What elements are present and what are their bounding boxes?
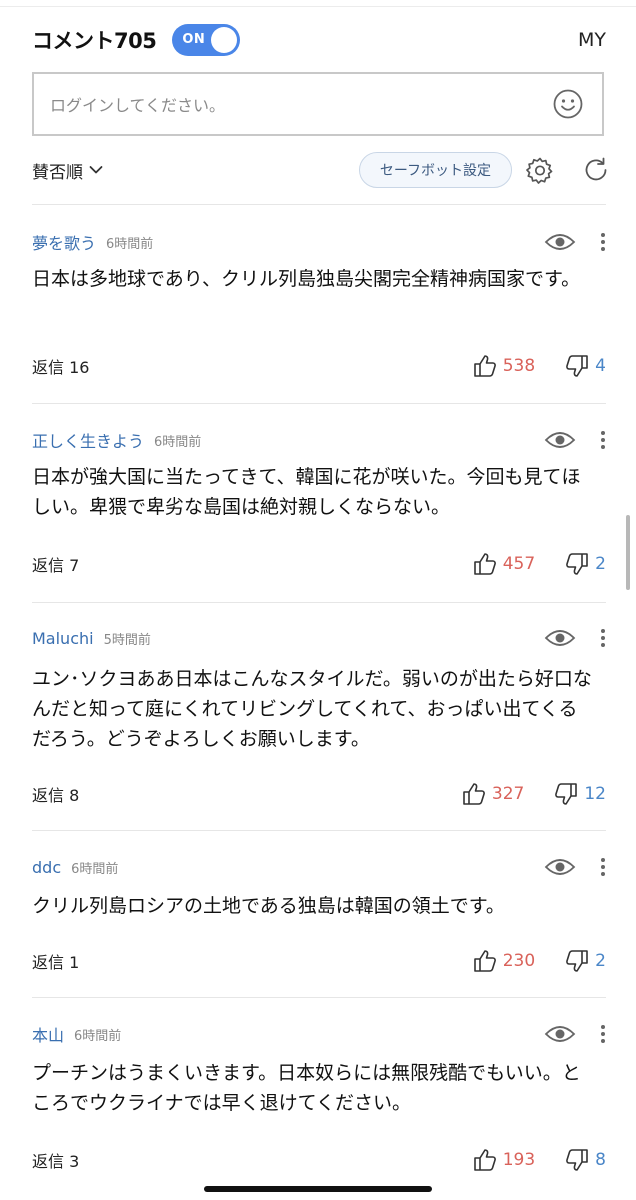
eye-icon[interactable] [544, 230, 576, 254]
safebot-label: セーフボット設定 [379, 163, 491, 179]
reply-button[interactable]: 返信 8 [32, 782, 79, 806]
thumbs-up-icon [463, 783, 485, 805]
comment-time: 6時間前 [71, 861, 119, 877]
thumbs-up-icon [473, 553, 496, 575]
comment-time: 6時間前 [106, 236, 154, 252]
comments-header: コメント705 ON MY [32, 22, 606, 58]
dislike-button[interactable]: 8 [565, 1148, 606, 1172]
eye-icon[interactable] [544, 626, 576, 650]
dislike-count: 8 [595, 1150, 606, 1170]
reply-button[interactable]: 返信 7 [32, 552, 79, 576]
comment-item: ddc 6時間前 クリル列島ロシアの土地である独島は韓国の領土です。 返信 1 … [32, 855, 606, 985]
smiley-icon[interactable] [552, 88, 584, 120]
comment-item: Maluchi 5時間前 ユン･ソクヨああ日本はこんなスタイルだ。弱いのが出たら… [32, 626, 606, 818]
more-vert-icon[interactable] [600, 430, 606, 450]
comment-count-title: コメント705 [32, 29, 157, 53]
divider [32, 602, 606, 603]
like-count: 538 [502, 356, 536, 376]
comment-username[interactable]: 夢を歌う [32, 230, 96, 254]
top-divider [0, 6, 636, 7]
comment-item: 夢を歌う 6時間前 日本は多地球であり、クリル列島独島尖閣完全精神病国家です。 … [32, 230, 606, 390]
gear-icon[interactable] [526, 156, 554, 184]
comments-toggle[interactable]: ON [172, 24, 241, 56]
like-button[interactable]: 193 [473, 1148, 535, 1172]
like-count: 457 [502, 554, 536, 574]
sort-dropdown[interactable]: 賛否順 [32, 158, 103, 183]
divider [32, 204, 606, 205]
dislike-button[interactable]: 2 [565, 949, 606, 973]
like-button[interactable]: 538 [473, 354, 535, 378]
comment-input-placeholder: ログインしてください。 [50, 96, 226, 115]
reply-button[interactable]: 返信 16 [32, 354, 89, 378]
like-count: 230 [502, 951, 536, 971]
eye-icon[interactable] [544, 428, 576, 452]
thumbs-up-icon [473, 1149, 496, 1171]
comment-text: 日本は多地球であり、クリル列島独島尖閣完全精神病国家です。 [32, 268, 581, 290]
like-count: 327 [491, 784, 525, 804]
thumbs-up-icon [473, 950, 496, 972]
thumbs-down-icon [566, 553, 588, 575]
divider [32, 830, 606, 831]
dislike-count: 4 [595, 356, 606, 376]
thumbs-up-icon [473, 355, 496, 377]
dislike-button[interactable]: 4 [565, 354, 606, 378]
reply-button[interactable]: 返信 1 [32, 949, 79, 973]
comment-item: 正しく生きよう 6時間前 日本が強大国に当たってきて、韓国に花が咲いた。今回も見… [32, 428, 606, 588]
comment-text: 日本が強大国に当たってきて、韓国に花が咲いた。今回も見てほしい。卑猥で卑劣な島国… [32, 466, 581, 518]
my-button[interactable]: MY [578, 29, 606, 51]
divider [32, 997, 606, 998]
eye-icon[interactable] [544, 855, 576, 879]
divider [32, 403, 606, 404]
like-button[interactable]: 230 [473, 949, 535, 973]
chevron-down-icon [89, 166, 103, 174]
dislike-count: 2 [595, 554, 606, 574]
comment-input[interactable]: ログインしてください。 [32, 72, 604, 136]
dislike-count: 2 [595, 951, 606, 971]
more-vert-icon[interactable] [600, 232, 606, 252]
like-button[interactable]: 327 [462, 782, 524, 806]
refresh-icon[interactable] [582, 156, 610, 184]
more-vert-icon[interactable] [600, 857, 606, 877]
toolbar: 賛否順 セーフボット設定 [32, 150, 610, 190]
thumbs-down-icon [566, 355, 588, 377]
comment-time: 6時間前 [154, 434, 202, 450]
comment-text: クリル列島ロシアの土地である独島は韓国の領土です。 [32, 895, 505, 917]
comment-time: 6時間前 [74, 1028, 122, 1044]
comment-username[interactable]: 正しく生きよう [32, 428, 144, 452]
comment-username[interactable]: ddc [32, 858, 61, 877]
eye-icon[interactable] [544, 1022, 576, 1046]
thumbs-down-icon [555, 783, 578, 805]
sort-label: 賛否順 [32, 162, 83, 183]
more-vert-icon[interactable] [600, 1024, 606, 1044]
safebot-settings-button[interactable]: セーフボット設定 [358, 152, 512, 188]
home-indicator[interactable] [204, 1186, 432, 1192]
comment-username[interactable]: 本山 [32, 1022, 64, 1046]
comment-text: ユン･ソクヨああ日本はこんなスタイルだ。弱いのが出たら好口なんだと知って庭にくれ… [32, 668, 592, 750]
comment-text: プーチンはうまくいきます。日本奴らには無限残酷でもいい。ところでウクライナでは早… [32, 1062, 581, 1114]
comment-username[interactable]: Maluchi [32, 629, 94, 648]
like-count: 193 [502, 1150, 536, 1170]
reply-button[interactable]: 返信 3 [32, 1148, 79, 1172]
toggle-label: ON [182, 32, 206, 47]
comment-item: 本山 6時間前 プーチンはうまくいきます。日本奴らには無限残酷でもいい。ところで… [32, 1022, 606, 1182]
thumbs-down-icon [566, 1149, 588, 1171]
dislike-button[interactable]: 12 [554, 782, 606, 806]
toggle-knob [211, 27, 238, 53]
like-button[interactable]: 457 [473, 552, 535, 576]
dislike-button[interactable]: 2 [565, 552, 606, 576]
more-vert-icon[interactable] [600, 628, 606, 648]
comment-time: 5時間前 [103, 632, 151, 648]
thumbs-down-icon [566, 950, 588, 972]
dislike-count: 12 [584, 784, 606, 804]
scrollbar[interactable] [626, 515, 630, 590]
